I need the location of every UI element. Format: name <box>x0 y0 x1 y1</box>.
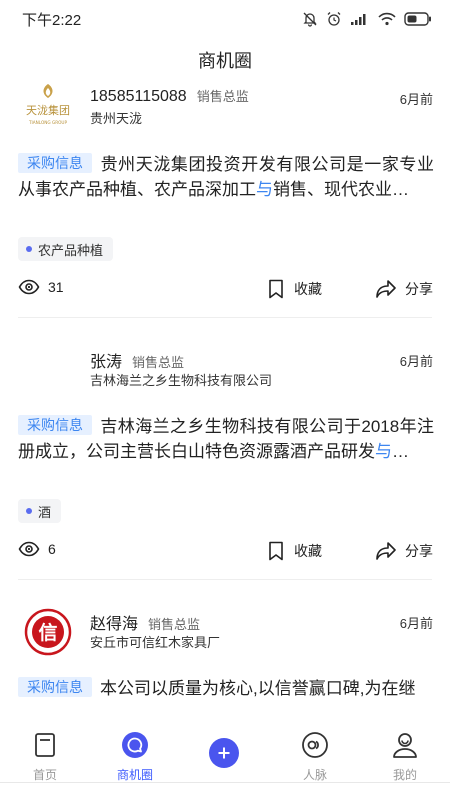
avatar[interactable]: 天泷集团 TIANLONG GROUP <box>22 82 74 134</box>
bookmark-icon <box>269 279 283 299</box>
contacts-icon <box>302 732 328 758</box>
signal-icon <box>351 14 366 25</box>
post-card[interactable]: 天泷集团 TIANLONG GROUP 18585115088 销售总监 贵州天… <box>0 80 450 320</box>
tab-home[interactable]: 首页 <box>0 730 90 790</box>
user-company: 吉林海兰之乡生物科技有限公司 <box>90 373 273 388</box>
share-arrow-icon <box>376 542 396 560</box>
category-tag[interactable]: 农产品种植 <box>18 237 114 261</box>
post-content[interactable]: 采购信息 贵州天泷集团投资开发有限公司是一家专业从事农产品种植、农产品深加工与销售… <box>18 152 434 202</box>
view-count: 6 <box>18 541 56 557</box>
user-title: 销售总监 <box>132 355 185 370</box>
tab-profile[interactable]: 我的 <box>360 730 450 790</box>
page-title: 商机圈 <box>198 51 252 71</box>
post-time: 6月前 <box>399 92 433 107</box>
share-label: 分享 <box>405 543 433 559</box>
add-post-button[interactable] <box>209 738 239 768</box>
post-content[interactable]: 采购信息 本公司以质量为核心,以信誉赢口碑,为在继 <box>18 676 434 700</box>
user-company: 贵州天泷 <box>90 111 143 126</box>
seal-text: 信 <box>38 621 57 644</box>
category-tag[interactable]: 酒 <box>18 499 62 523</box>
user-title: 销售总监 <box>148 617 201 632</box>
category-label: 农产品种植 <box>38 242 104 258</box>
tab-label-profile: 我的 <box>392 768 417 782</box>
category-dot <box>26 246 32 252</box>
purchase-tag: 采购信息 <box>18 153 92 173</box>
profile-icon <box>393 733 417 758</box>
battery-icon <box>404 12 431 26</box>
content-text-end: 销售、现代农业… <box>273 180 409 199</box>
post-divider <box>18 579 432 580</box>
share-button[interactable]: 分享 <box>375 279 433 299</box>
mute-bell-icon <box>303 12 317 27</box>
user-name[interactable]: 18585115088 <box>90 88 187 106</box>
chat-bubble-icon <box>122 732 148 758</box>
post-feed[interactable]: 天泷集团 TIANLONG GROUP 18585115088 销售总监 贵州天… <box>0 80 450 700</box>
logo-subtext: TIANLONG GROUP <box>28 120 67 125</box>
status-icons <box>302 11 432 27</box>
purchase-tag: 采购信息 <box>18 677 92 697</box>
alarm-icon <box>327 12 341 26</box>
content-text-end: … <box>392 442 409 461</box>
bookmark-icon <box>269 541 283 561</box>
action-row: 31 收藏 分享 <box>0 279 450 309</box>
post-time: 6月前 <box>399 354 433 369</box>
eye-icon <box>18 541 40 557</box>
logo-text: 天泷集团 <box>26 103 70 117</box>
post-card[interactable]: 信 赵得海 销售总监 安丘市可信红木家具厂 6月前 采购信息 本公司以质量为核心,… <box>0 604 450 700</box>
tab-label-business-circle: 商机圈 <box>116 768 153 782</box>
avatar[interactable] <box>22 344 74 396</box>
favorite-label: 收藏 <box>294 281 322 297</box>
status-time: 下午2:22 <box>22 11 82 29</box>
post-card[interactable]: 张涛 销售总监 吉林海兰之乡生物科技有限公司 6月前 采购信息 吉林海兰之乡生物科… <box>0 342 450 582</box>
category-label: 酒 <box>38 504 52 520</box>
content-highlight: 与 <box>256 180 273 199</box>
post-header: 张涛 销售总监 吉林海兰之乡生物科技有限公司 6月前 <box>0 342 450 402</box>
home-doc-icon <box>35 733 55 757</box>
tab-label-home: 首页 <box>32 768 57 782</box>
bottom-divider <box>0 782 450 783</box>
share-arrow-icon <box>376 280 396 298</box>
post-time: 6月前 <box>399 616 433 631</box>
favorite-button[interactable]: 收藏 <box>268 541 322 561</box>
user-company: 安丘市可信红木家具厂 <box>90 635 221 650</box>
view-count-value: 6 <box>48 541 56 557</box>
post-header: 信 赵得海 销售总监 安丘市可信红木家具厂 6月前 <box>0 604 450 664</box>
wifi-icon <box>378 12 396 26</box>
post-divider <box>18 317 432 318</box>
status-bar: 下午2:22 <box>0 0 450 38</box>
action-row: 6 收藏 分享 <box>0 541 450 571</box>
user-title: 销售总监 <box>196 89 249 104</box>
content-highlight: 与 <box>375 442 392 461</box>
avatar[interactable]: 信 <box>22 606 74 658</box>
view-count-value: 31 <box>48 279 64 295</box>
tianlong-group-logo: 天泷集团 TIANLONG GROUP <box>26 84 70 125</box>
user-name[interactable]: 赵得海 <box>90 610 138 634</box>
content-text: 本公司以质量为核心,以信誉赢口碑,为在继 <box>100 679 416 698</box>
tab-business-circle[interactable]: 商机圈 <box>90 730 180 790</box>
share-label: 分享 <box>405 281 433 297</box>
tab-contacts[interactable]: 人脉 <box>270 730 360 790</box>
post-header: 天泷集团 TIANLONG GROUP 18585115088 销售总监 贵州天… <box>0 80 450 140</box>
user-name[interactable]: 张涛 <box>90 348 122 372</box>
plus-icon <box>218 747 230 759</box>
category-dot <box>26 508 32 514</box>
kexin-seal-logo: 信 <box>24 608 72 656</box>
tab-label-contacts: 人脉 <box>302 768 327 782</box>
share-button[interactable]: 分享 <box>375 541 433 561</box>
post-content[interactable]: 采购信息 吉林海兰之乡生物科技有限公司于2018年注册成立，公司主营长白山特色资源… <box>18 414 434 464</box>
header: 商机圈 <box>0 40 450 80</box>
purchase-tag: 采购信息 <box>18 415 92 435</box>
favorite-label: 收藏 <box>294 543 322 559</box>
view-count: 31 <box>18 279 64 295</box>
favorite-button[interactable]: 收藏 <box>268 279 322 299</box>
eye-icon <box>18 279 40 295</box>
